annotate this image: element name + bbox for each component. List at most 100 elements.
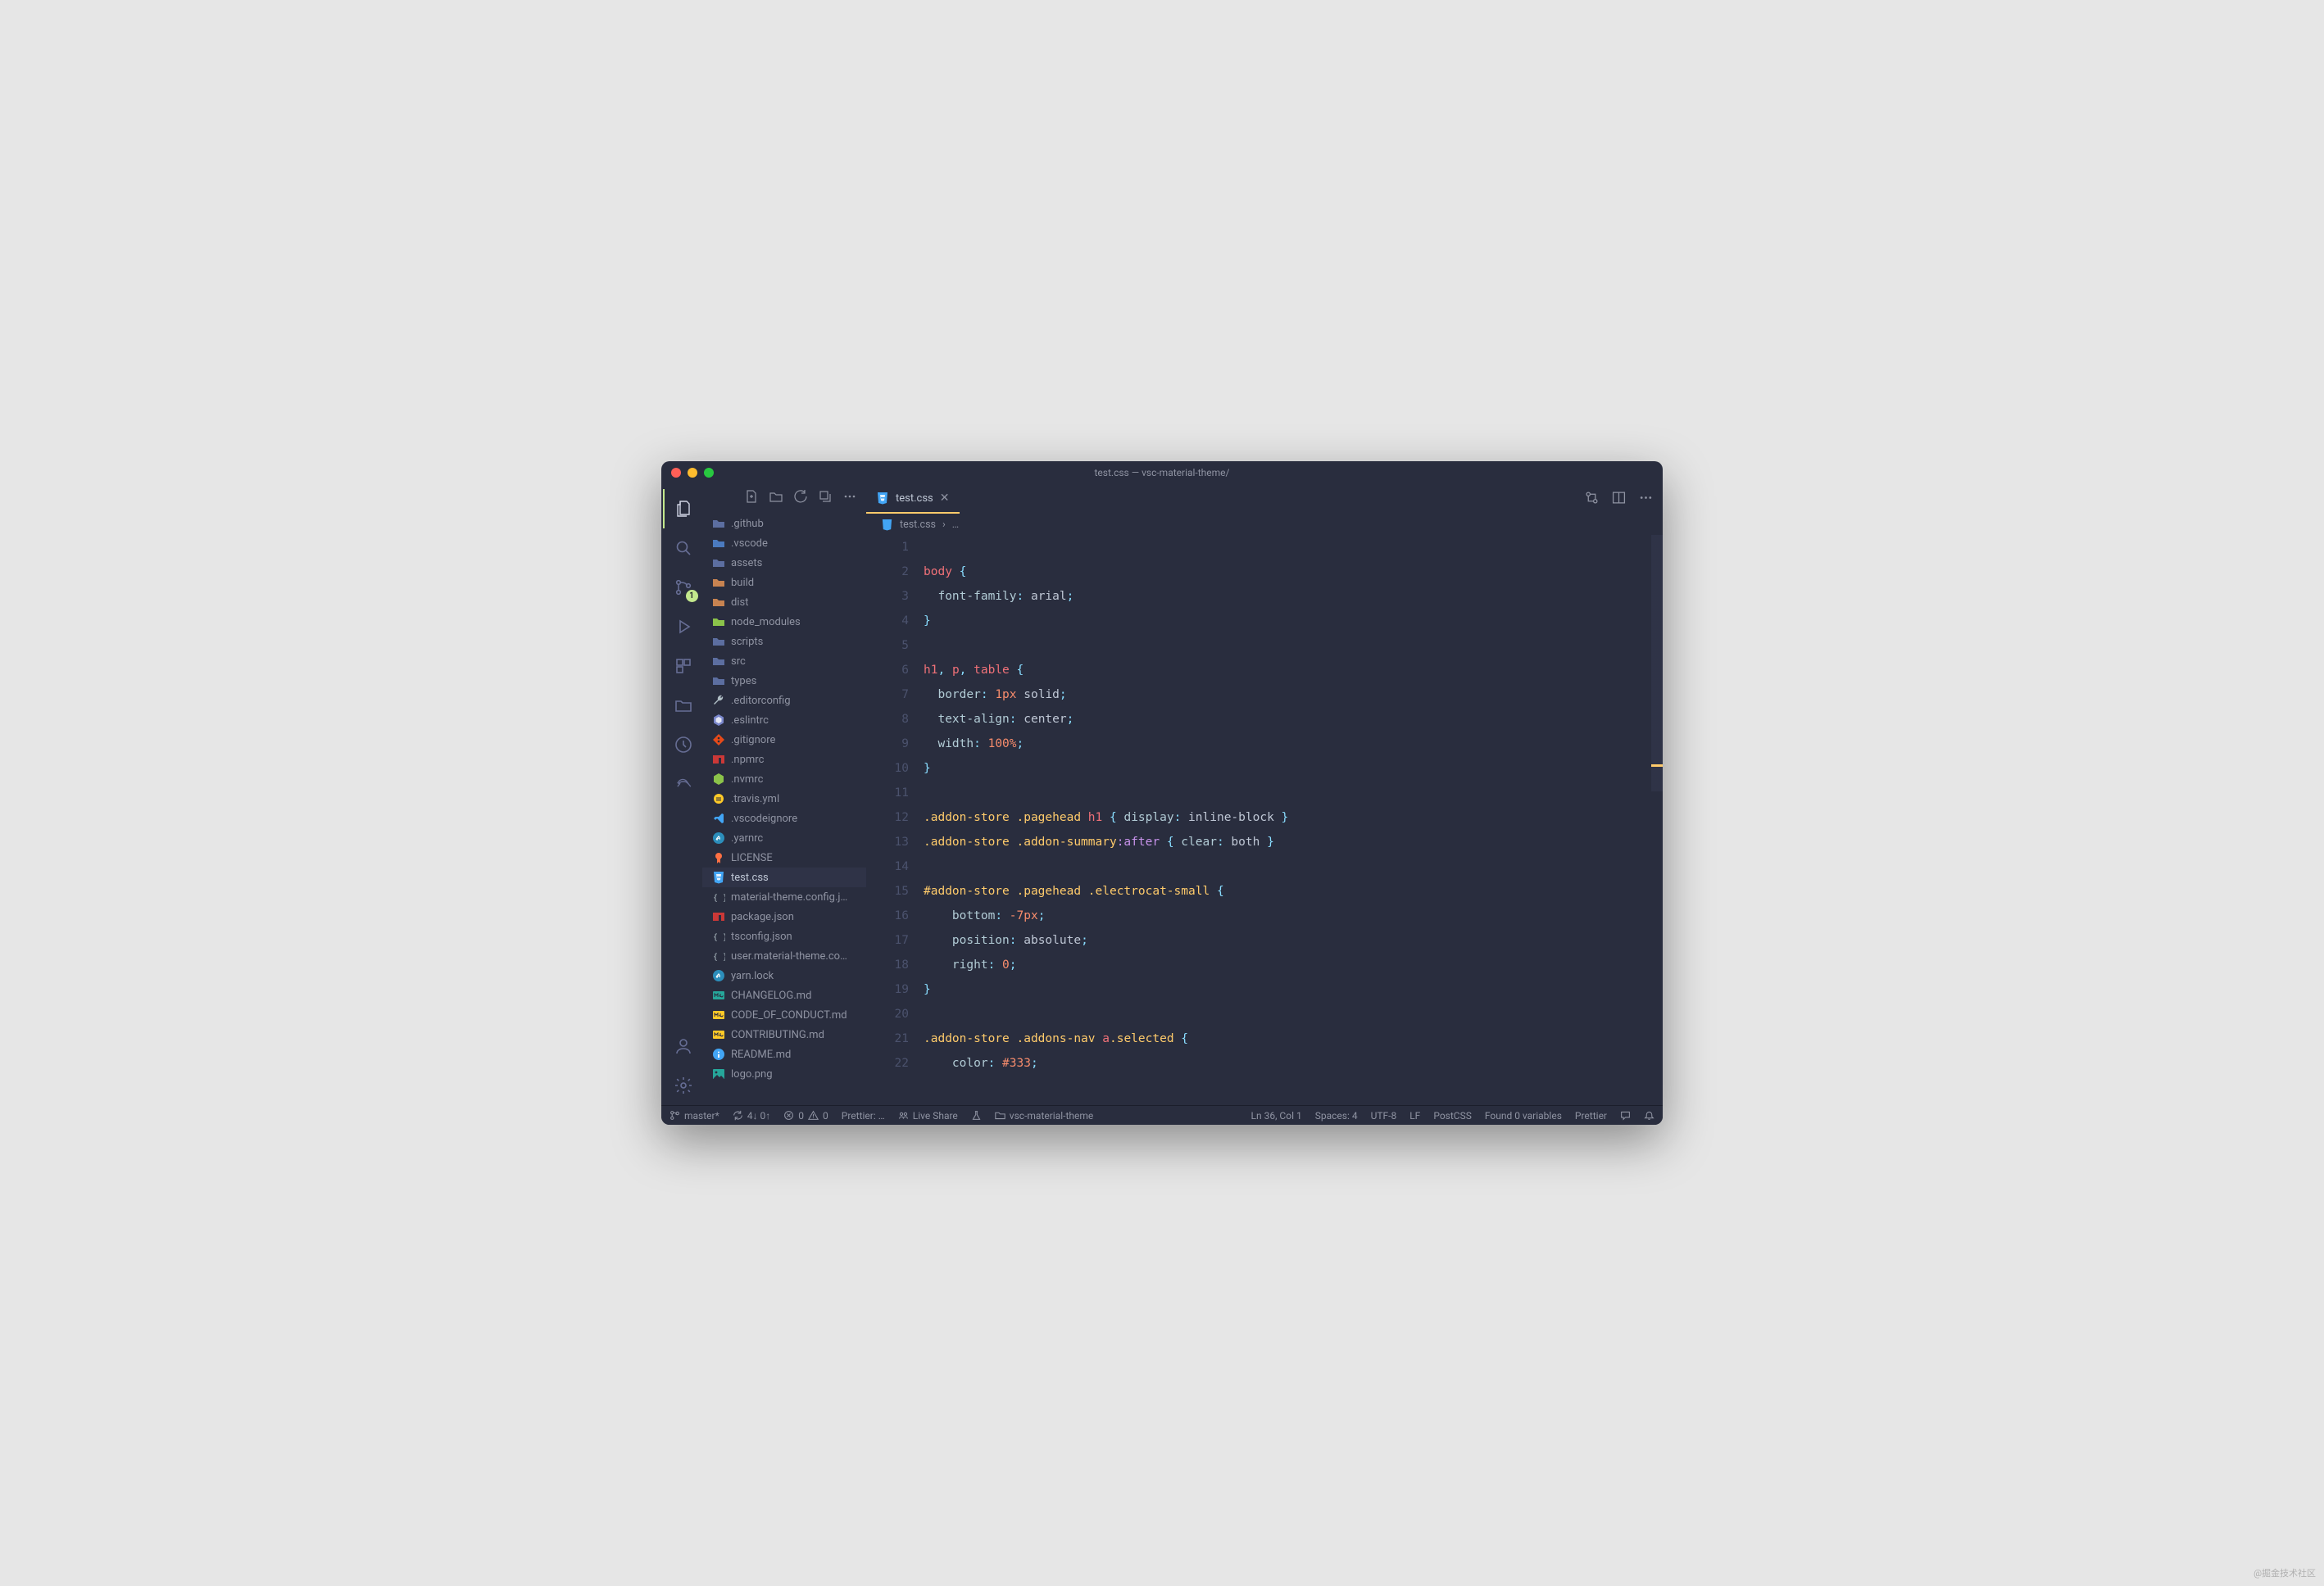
tree-label: test.css [731, 872, 769, 884]
tree-row[interactable]: src [702, 651, 866, 671]
window-minimize-button[interactable] [688, 468, 697, 478]
tree-row[interactable]: CHANGELOG.md [702, 986, 866, 1005]
folder-icon [712, 655, 725, 668]
extensions-icon [674, 656, 693, 676]
git-icon [712, 733, 725, 746]
new-folder-button[interactable] [769, 490, 783, 506]
tree-label: .gitignore [731, 734, 775, 746]
titlebar: test.css — vsc-material-theme/ [661, 461, 1663, 484]
folder-icon [712, 537, 725, 550]
tree-row[interactable]: scripts [702, 632, 866, 651]
editor-body[interactable]: 12345678910111213141516171819202122 body… [866, 535, 1663, 1105]
status-eol[interactable]: LF [1409, 1110, 1420, 1122]
tree-row[interactable]: logo.png [702, 1064, 866, 1084]
folder-icon [712, 596, 725, 609]
refresh-button[interactable] [794, 490, 807, 506]
refresh-icon [794, 490, 807, 503]
status-liveshare[interactable]: Live Share [898, 1110, 958, 1122]
compare-changes-button[interactable] [1585, 491, 1599, 508]
tree-row[interactable]: .npmrc [702, 750, 866, 769]
tree-row[interactable]: LICENSE [702, 848, 866, 868]
activity-extensions[interactable] [664, 646, 703, 686]
tree-row[interactable]: CONTRIBUTING.md [702, 1025, 866, 1044]
tree-row[interactable]: .travis.yml [702, 789, 866, 809]
activity-gitlens[interactable] [664, 725, 703, 764]
tree-label: .npmrc [731, 754, 764, 766]
tree-label: node_modules [731, 616, 801, 628]
editor-more-button[interactable] [1639, 491, 1653, 508]
scm-badge: 1 [686, 590, 698, 602]
css-file-icon [881, 519, 893, 531]
tree-row[interactable]: node_modules [702, 612, 866, 632]
activity-search[interactable] [664, 528, 703, 568]
image-icon [712, 1067, 725, 1081]
tree-row[interactable]: package.json [702, 907, 866, 927]
folder-icon [712, 556, 725, 569]
tab-close-button[interactable]: ✕ [940, 492, 950, 505]
status-prettier-right[interactable]: Prettier [1575, 1110, 1607, 1122]
tree-row[interactable]: CODE_OF_CONDUCT.md [702, 1005, 866, 1025]
status-encoding[interactable]: UTF-8 [1371, 1110, 1397, 1122]
activity-scm[interactable]: 1 [664, 568, 703, 607]
status-branch[interactable]: master* [670, 1110, 719, 1122]
debug-icon [674, 617, 693, 637]
tree-row[interactable]: .vscodeignore [702, 809, 866, 828]
activity-settings[interactable] [664, 1066, 703, 1105]
tree-row[interactable]: README.md [702, 1044, 866, 1064]
status-spacer1 [971, 1110, 982, 1121]
new-file-button[interactable] [745, 490, 758, 506]
status-sync[interactable]: 4↓ 0↑ [733, 1110, 770, 1122]
tree-label: .eslintrc [731, 714, 769, 727]
more-actions-button[interactable] [843, 490, 856, 506]
status-folder[interactable]: vsc-material-theme [995, 1110, 1093, 1122]
minimap[interactable] [1651, 535, 1663, 1105]
tree-row[interactable]: .github [702, 514, 866, 533]
svg-text:{ }: { } [713, 894, 725, 903]
activity-account[interactable] [664, 1026, 703, 1066]
new-file-icon [745, 490, 758, 503]
status-prettier-left[interactable]: Prettier: … [842, 1110, 885, 1122]
warning-icon [808, 1110, 819, 1121]
status-variables[interactable]: Found 0 variables [1485, 1110, 1562, 1122]
tree-row[interactable]: dist [702, 592, 866, 612]
eslint-icon [712, 714, 725, 727]
tree-row[interactable]: { }material-theme.config.j… [702, 887, 866, 907]
status-language[interactable]: PostCSS [1433, 1110, 1472, 1122]
activity-debug[interactable] [664, 607, 703, 646]
tree-label: CODE_OF_CONDUCT.md [731, 1009, 847, 1022]
tree-label: .editorconfig [731, 695, 791, 707]
breadcrumb[interactable]: test.css › … [866, 514, 1663, 535]
tree-row[interactable]: .eslintrc [702, 710, 866, 730]
svg-text:{ }: { } [713, 933, 725, 942]
code-content[interactable]: body { font-family: arial;} h1, p, table… [924, 535, 1663, 1105]
tree-row[interactable]: .vscode [702, 533, 866, 553]
status-problems[interactable]: 0 0 [783, 1110, 828, 1122]
tree-row[interactable]: types [702, 671, 866, 691]
status-bell[interactable] [1644, 1110, 1654, 1121]
status-cursor[interactable]: Ln 36, Col 1 [1251, 1110, 1302, 1122]
split-editor-button[interactable] [1612, 491, 1626, 508]
traffic-lights [671, 468, 714, 478]
file-tree[interactable]: .github.vscodeassetsbuilddist node_module… [702, 512, 866, 1105]
tab-test-css[interactable]: test.css ✕ [866, 484, 960, 514]
status-feedback[interactable] [1620, 1110, 1631, 1121]
tree-row[interactable]: { }tsconfig.json [702, 927, 866, 946]
activity-explorer[interactable] [664, 489, 703, 528]
tree-row[interactable]: .editorconfig [702, 691, 866, 710]
overview-ruler-mark [1651, 764, 1663, 767]
status-spaces[interactable]: Spaces: 4 [1315, 1110, 1358, 1122]
tree-row[interactable]: .gitignore [702, 730, 866, 750]
tree-row[interactable]: .yarnrc [702, 828, 866, 848]
window-maximize-button[interactable] [704, 468, 714, 478]
window-close-button[interactable] [671, 468, 681, 478]
tree-row[interactable]: assets [702, 553, 866, 573]
tree-row[interactable]: test.css [702, 868, 866, 887]
tree-row[interactable]: { }user.material-theme.co… [702, 946, 866, 966]
tree-label: .travis.yml [731, 793, 779, 805]
activity-folder[interactable] [664, 686, 703, 725]
activity-liveshare[interactable] [664, 764, 703, 804]
tree-row[interactable]: .nvmrc [702, 769, 866, 789]
collapse-all-button[interactable] [819, 490, 832, 506]
tree-row[interactable]: build [702, 573, 866, 592]
tree-row[interactable]: yarn.lock [702, 966, 866, 986]
